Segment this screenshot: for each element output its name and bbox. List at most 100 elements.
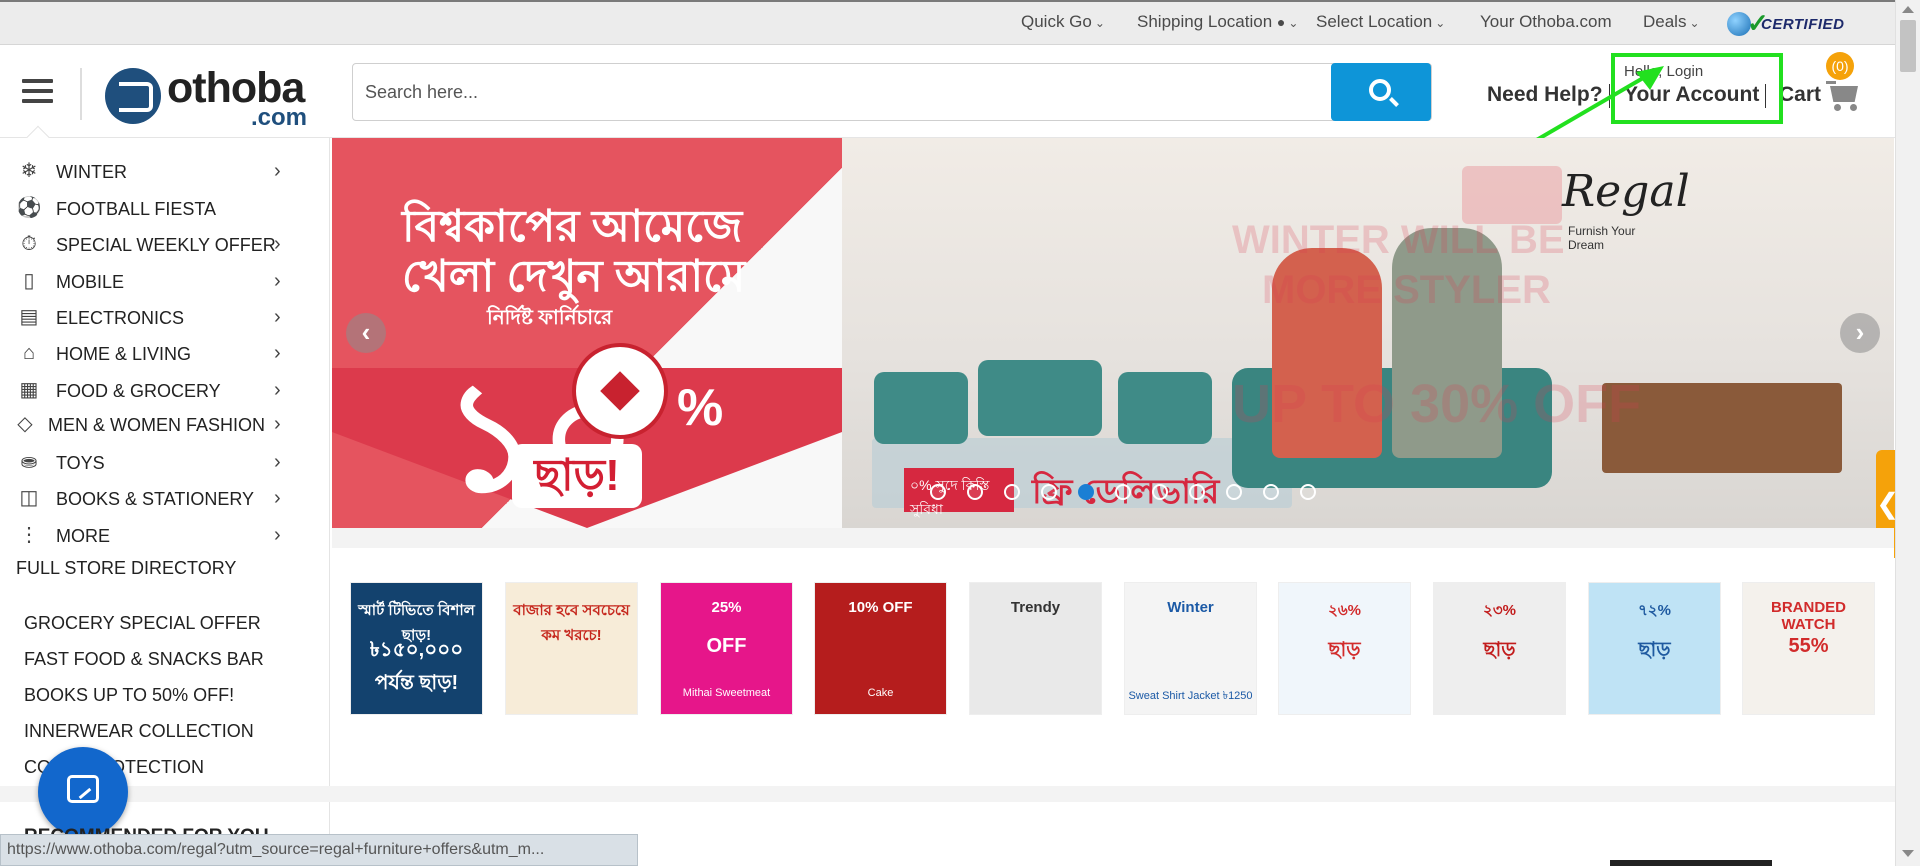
sidebar-item-books-stationery[interactable]: ◫ BOOKS & STATIONERY › [0,484,300,514]
scroll-down-icon[interactable] [1902,850,1914,857]
full-store-directory-link[interactable]: FULL STORE DIRECTORY [16,558,236,579]
slider-dot[interactable] [1078,484,1094,500]
deals-label: Deals [1643,12,1687,31]
sidebar-item-home-living[interactable]: ⌂ HOME & LIVING › [0,339,300,369]
shopping-cart-icon[interactable] [1826,78,1862,112]
chevron-right-icon: › [274,487,281,509]
chat-button[interactable] [38,747,128,837]
product-tile[interactable]: BRANDED WATCH 55% [1742,582,1875,715]
chevron-down-icon: ⌄ [1094,16,1105,30]
tile-heading: BRANDED WATCH [1771,599,1846,633]
sidebar-item-men-women-fashion[interactable]: ◇ MEN & WOMEN FASHION › [0,410,300,440]
stopwatch-icon: ⏱ [21,233,37,255]
snowflake-icon: ❄ [20,160,38,182]
product-tile[interactable]: স্মার্ট টিভিতে বিশাল ছাড়! ৳১৫০,০০০ পর্যন… [350,582,483,715]
sidebar-item-label: BOOKS & STATIONERY [56,489,255,509]
mobile-phone-icon: ▯ [23,270,35,292]
slider-next-button[interactable]: › [1840,313,1880,353]
banner-ghost-text: UP TO 30% OFF [1232,374,1642,434]
search-button[interactable] [1331,63,1431,121]
tile-offer: ৳১৫০,০০০ পর্যন্ত ছাড়! [369,639,464,694]
sidebar-item-food-grocery[interactable]: ▦ FOOD & GROCERY › [0,376,300,406]
sidebar-item-label: HOME & LIVING [56,344,192,364]
sidebar-item-label: SPECIAL WEEKLY OFFER [56,235,276,255]
slider-dot[interactable] [1263,484,1279,500]
promo-link-books[interactable]: BOOKS UP TO 50% OFF! [24,685,234,706]
promo-link-fast-food[interactable]: FAST FOOD & SNACKS BAR [24,649,264,670]
armchair-image [874,372,968,444]
tile-caption: Sweat Shirt Jacket ৳1250 [1128,690,1253,702]
product-tile[interactable]: ৭২% ছাড় [1588,582,1721,715]
search-box [352,63,1432,121]
slider-dot[interactable] [967,484,983,500]
tile-offer: 55% [1788,635,1829,657]
page-scrollbar[interactable] [1895,0,1920,866]
regal-logo: Regal Furnish Your Dream [1462,156,1690,252]
sidebar-item-electronics[interactable]: ▤ ELECTRONICS › [0,303,300,333]
tile-heading: 25% [711,599,742,616]
chevron-right-icon: › [274,379,281,401]
product-tile[interactable]: ২৩% ছাড় [1433,582,1566,715]
chevron-right-icon: › [274,413,281,435]
select-location-link[interactable]: Select Location ⌄ [1316,12,1445,32]
sofa-image [978,360,1102,436]
slider-dot[interactable] [1300,484,1316,500]
othoba-logo[interactable]: othoba .com [105,64,307,131]
sidebar-item-mobile[interactable]: ▯ MOBILE › [0,267,300,297]
basket-icon: ▦ [19,379,39,401]
sidebar-item-label: ELECTRONICS [56,308,185,328]
chevron-right-icon: › [274,524,281,546]
slider-dot[interactable] [1041,484,1057,500]
promo-link-grocery[interactable]: GROCERY SPECIAL OFFER [24,613,261,634]
scroll-thumb[interactable] [1900,20,1916,72]
product-tile[interactable]: ২৬% ছাড় [1278,582,1411,715]
installment-badge: ০% সুদে কিস্তি সুবিধা [904,468,1014,517]
slider-dot[interactable] [1115,484,1131,500]
chevron-down-icon: ⌄ [1288,16,1299,30]
hero-banner[interactable]: বিশ্বকাপের আমেজে খেলা দেখুন আরামে নির্দি… [332,138,1894,528]
sidebar-item-winter[interactable]: ❄ WINTER › [0,157,300,187]
chevron-right-icon: › [274,160,281,182]
sidebar-item-special-weekly-offer[interactable]: ⏱ SPECIAL WEEKLY OFFER › [0,230,300,260]
sidebar-item-label: MEN & WOMEN FASHION [48,415,266,435]
product-tile[interactable]: 25% OFF Mithai Sweetmeat [660,582,793,715]
status-bar-url: https://www.othoba.com/regal?utm_source=… [0,834,638,866]
tile-offer: ছাড় [1483,639,1516,661]
header-divider [80,68,82,120]
slider-dot[interactable] [1226,484,1242,500]
tile-offer: OFF [706,635,747,657]
chevron-right-icon: › [274,306,281,328]
slider-prev-button[interactable]: ‹ [346,313,386,353]
quick-go-link[interactable]: Quick Go ⌄ [1021,12,1105,32]
tile-heading: ২৬% [1328,602,1361,619]
sidebar-item-label: WINTER [56,162,127,182]
shipping-location-link[interactable]: Shipping Location ● ⌄ [1137,12,1298,32]
sidebar-item-label: FOOD & GROCERY [56,381,221,401]
promo-link-innerwear[interactable]: INNERWEAR COLLECTION [24,721,254,742]
map-marker-icon: ● [1276,14,1286,30]
slider-dot[interactable] [1152,484,1168,500]
product-tile[interactable]: Winter Sweat Shirt Jacket ৳1250 [1124,582,1257,715]
hamburger-menu-icon[interactable] [22,79,53,105]
search-input[interactable] [365,78,1325,106]
logo-suffix: .com [251,104,308,131]
tile-caption: Cake [867,687,894,699]
slider-dot[interactable] [1189,484,1205,500]
tile-offer: ছাড় [1638,639,1671,661]
sidebar-item-more[interactable]: ⋮ MORE › [0,521,300,551]
cart-link[interactable]: Cart [1779,83,1821,107]
product-tile[interactable]: Trendy [969,582,1102,715]
toy-car-icon: ⛂ [20,451,38,473]
deals-link[interactable]: Deals ⌄ [1643,12,1700,32]
product-tile[interactable]: 10% OFF Cake [814,582,947,715]
product-tile[interactable]: বাজার হবে সবচেয়ে কম খরচে! [505,582,638,715]
tile-heading: 10% OFF [848,599,913,616]
your-othoba-link[interactable]: Your Othoba.com [1480,12,1612,32]
chevron-down-icon: ⌄ [1689,16,1700,30]
sidebar-item-football-fiesta[interactable]: ⚽ FOOTBALL FIESTA [0,194,300,224]
scroll-up-icon[interactable] [1902,6,1914,13]
slider-dot[interactable] [1004,484,1020,500]
page: Quick Go ⌄ Shipping Location ● ⌄ Select Lo… [0,0,1920,866]
slider-dot[interactable] [930,484,946,500]
sidebar-item-toys[interactable]: ⛂ TOYS › [0,448,300,478]
